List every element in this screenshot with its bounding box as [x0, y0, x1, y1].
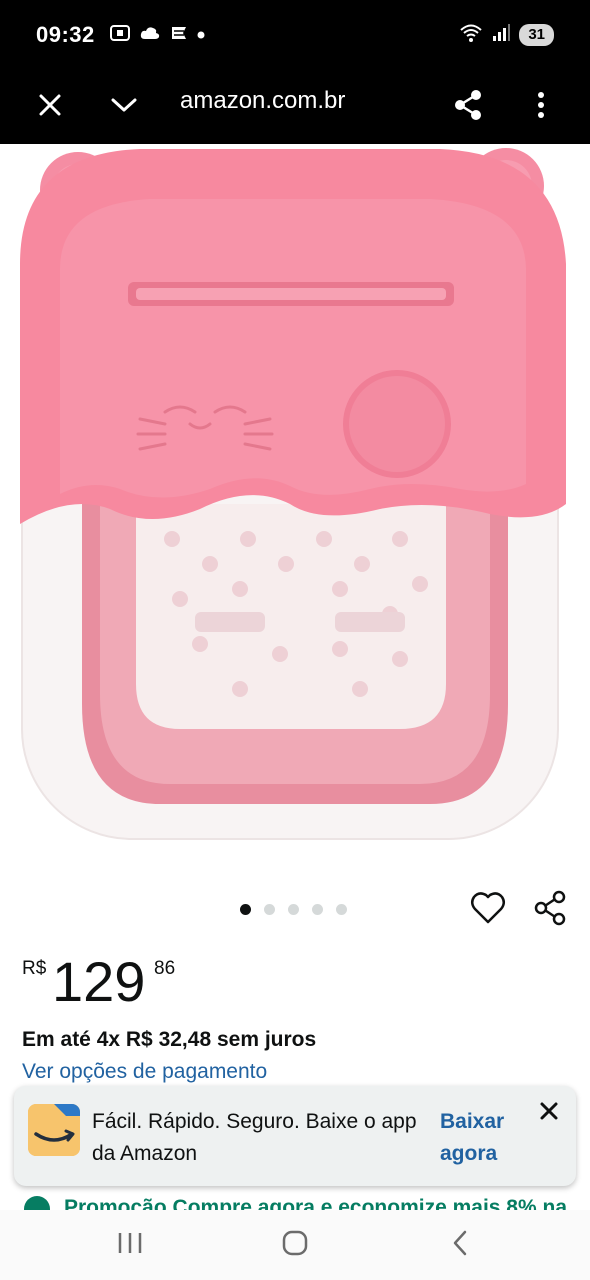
home-button[interactable]: [265, 1222, 325, 1268]
minimize-button[interactable]: [100, 83, 148, 131]
promo-strip: Promoção Compre agora e economize mais 8…: [0, 1188, 590, 1210]
carousel-dot[interactable]: [336, 904, 347, 915]
chevron-down-icon: [110, 95, 138, 120]
installments-text: Em até 4x R$ 32,48 sem juros: [22, 1028, 317, 1051]
carousel-dot[interactable]: [288, 904, 299, 915]
wifi-icon: [459, 23, 483, 48]
recents-button[interactable]: [100, 1222, 160, 1268]
price-whole: 129: [52, 950, 146, 1013]
close-icon: [539, 1101, 559, 1126]
home-icon: [281, 1229, 309, 1262]
url-display[interactable]: amazon.com.br: [180, 86, 345, 116]
close-icon: [38, 93, 62, 122]
share-page-button[interactable]: [444, 83, 492, 131]
browser-toolbar: amazon.com.br: [0, 70, 590, 144]
download-app-button[interactable]: Baixar agora: [440, 1106, 524, 1170]
recents-icon: [117, 1231, 143, 1260]
share-icon: [453, 89, 483, 126]
promo-text[interactable]: Promoção Compre agora e economize mais 8…: [64, 1196, 567, 1210]
check-circle-icon: [24, 1196, 50, 1210]
app-download-banner: Fácil. Rápido. Seguro. Baixe o app da Am…: [14, 1086, 576, 1186]
status-bar: 09:32 31: [0, 0, 590, 70]
close-banner-button[interactable]: [532, 1096, 566, 1130]
system-nav-bar: [0, 1210, 590, 1280]
carousel-dot[interactable]: [264, 904, 275, 915]
battery-indicator: 31: [519, 24, 554, 46]
dot-icon: [197, 26, 205, 44]
screenshot-icon: [109, 23, 131, 48]
close-tab-button[interactable]: [26, 83, 74, 131]
status-icons-left: [109, 23, 205, 48]
back-button[interactable]: [430, 1222, 490, 1268]
back-icon: [450, 1229, 470, 1262]
cloud-icon: [139, 25, 161, 46]
signal-icon: [491, 23, 511, 48]
share-product-button[interactable]: [528, 888, 572, 932]
heart-icon: [470, 891, 506, 930]
amazon-app-logo: [28, 1104, 80, 1156]
status-time: 09:32: [36, 22, 95, 47]
share-icon: [533, 890, 567, 931]
price-fraction: 86: [154, 958, 176, 979]
carousel-dot[interactable]: [312, 904, 323, 915]
carousel-dot-active[interactable]: [240, 904, 251, 915]
foot-spa-basin-image: [20, 148, 566, 840]
app-banner-text: Fácil. Rápido. Seguro. Baixe o app da Am…: [92, 1110, 417, 1165]
product-image[interactable]: [0, 144, 590, 884]
more-vert-icon: [537, 91, 545, 124]
add-to-wishlist-button[interactable]: [466, 888, 510, 932]
browser-menu-button[interactable]: [517, 83, 565, 131]
image-carousel-dots: [240, 904, 347, 915]
payment-options-link[interactable]: Ver opções de pagamento: [22, 1060, 267, 1084]
price-currency: R$: [22, 958, 47, 979]
status-icons-right: 31: [459, 23, 554, 48]
app-notification-icon: [169, 23, 189, 48]
